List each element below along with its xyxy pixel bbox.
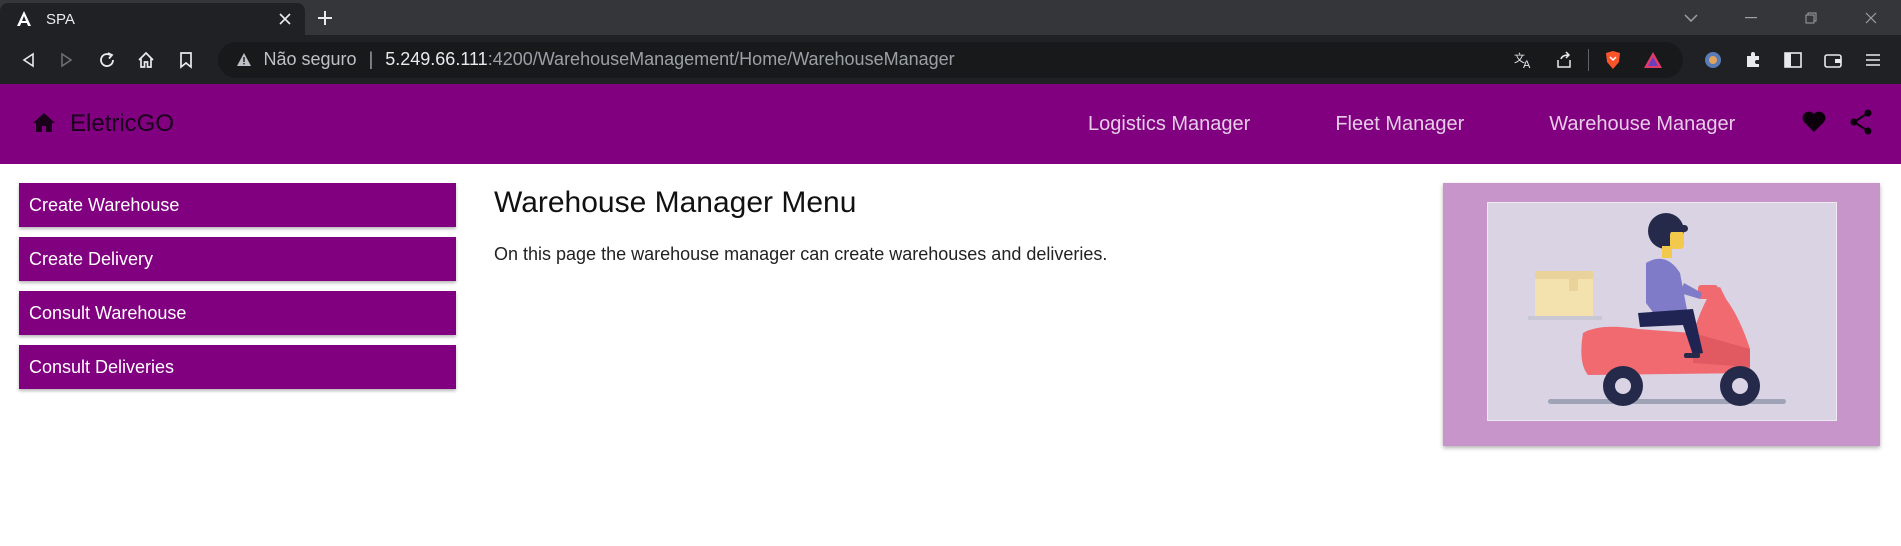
address-separator: | xyxy=(368,49,374,69)
nav-link-logistics-manager[interactable]: Logistics Manager xyxy=(1088,113,1250,136)
close-window-icon[interactable] xyxy=(1841,0,1901,35)
brand-name[interactable]: EletricGO xyxy=(70,110,174,138)
share-page-icon[interactable] xyxy=(1544,42,1584,78)
bookmark-icon[interactable] xyxy=(166,42,206,78)
tab-title: SPA xyxy=(46,10,75,28)
angular-favicon-icon xyxy=(14,9,34,29)
extensions-area xyxy=(1693,42,1893,78)
nav-icons xyxy=(1801,84,1873,164)
create-warehouse-button[interactable]: Create Warehouse xyxy=(19,183,456,227)
app-navbar: EletricGO Logistics Manager Fleet Manage… xyxy=(0,84,1901,164)
reload-icon[interactable] xyxy=(87,42,127,78)
window-controls xyxy=(1661,0,1901,35)
browser-tab[interactable]: SPA xyxy=(0,3,305,35)
share-icon[interactable] xyxy=(1849,109,1873,140)
extensions-puzzle-icon[interactable] xyxy=(1733,42,1773,78)
svg-text:A: A xyxy=(1523,59,1531,69)
tab-search-chevron-icon[interactable] xyxy=(1661,0,1721,35)
back-icon[interactable] xyxy=(8,42,48,78)
nav-link-fleet-manager[interactable]: Fleet Manager xyxy=(1335,113,1464,136)
illustration-card xyxy=(1443,183,1880,446)
translate-icon[interactable]: 文A xyxy=(1504,42,1544,78)
url-host: 5.249.66.111 xyxy=(385,49,488,69)
address-bar[interactable]: Não seguro | 5.249.66.111 :4200/Warehous… xyxy=(217,41,1684,78)
forward-icon[interactable] xyxy=(48,42,88,78)
brave-shields-icon[interactable] xyxy=(1593,42,1633,78)
nav-link-warehouse-manager[interactable]: Warehouse Manager xyxy=(1549,113,1735,136)
menu-icon[interactable] xyxy=(1853,42,1893,78)
url-path: :4200/WarehouseManagement/Home/Warehouse… xyxy=(487,49,955,69)
side-menu: Create Warehouse Create Delivery Consult… xyxy=(19,183,456,399)
page-title: Warehouse Manager Menu xyxy=(494,186,857,219)
heart-icon[interactable] xyxy=(1801,110,1827,139)
brand[interactable]: EletricGO xyxy=(32,110,174,138)
new-tab-icon[interactable] xyxy=(305,0,345,35)
nav-links: Logistics Manager Fleet Manager Warehous… xyxy=(1088,84,1735,164)
minimize-icon[interactable] xyxy=(1721,0,1781,35)
page-content: Create Warehouse Create Delivery Consult… xyxy=(0,164,1901,546)
browser-tab-bar: SPA xyxy=(0,0,1901,35)
browser-toolbar: Não seguro | 5.249.66.111 :4200/Warehous… xyxy=(0,35,1901,84)
consult-warehouse-button[interactable]: Consult Warehouse xyxy=(19,291,456,335)
home-browser-icon[interactable] xyxy=(127,42,167,78)
security-label: Não seguro xyxy=(263,49,357,69)
home-icon[interactable] xyxy=(32,111,56,138)
create-delivery-button[interactable]: Create Delivery xyxy=(19,237,456,281)
sidebar-toggle-icon[interactable] xyxy=(1773,42,1813,78)
main-column: Warehouse Manager Menu On this page the … xyxy=(494,186,1107,265)
extension-avatar-icon[interactable] xyxy=(1693,42,1733,78)
restore-icon[interactable] xyxy=(1781,0,1841,35)
delivery-scooter-illustration xyxy=(1487,202,1837,421)
warning-triangle-icon[interactable] xyxy=(234,50,254,70)
brave-rewards-icon[interactable] xyxy=(1633,42,1673,78)
close-tab-icon[interactable] xyxy=(275,9,295,29)
page-description: On this page the warehouse manager can c… xyxy=(494,244,1108,264)
consult-deliveries-button[interactable]: Consult Deliveries xyxy=(19,345,456,389)
wallet-icon[interactable] xyxy=(1813,42,1853,78)
